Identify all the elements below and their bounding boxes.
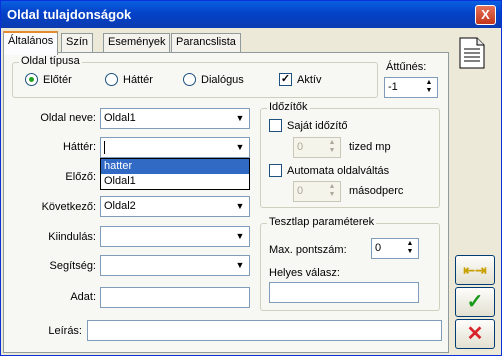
radio-foreground-label: Előtér: [43, 73, 72, 86]
checkmark-icon: ✓: [466, 291, 484, 313]
data-input[interactable]: [100, 287, 250, 308]
max-score-spin-buttons[interactable]: ▲ ▼: [403, 240, 417, 257]
auto-switch-check[interactable]: Automata oldalváltás: [269, 164, 389, 177]
test-params-title: Tesztlap paraméterek: [267, 216, 377, 228]
page-type-title: Oldal típusa: [19, 55, 82, 67]
help-combo[interactable]: ▼: [100, 255, 250, 276]
data-label: Adat:: [70, 291, 96, 303]
max-score-label: Max. pontszám:: [269, 244, 347, 256]
next-value: Oldal2: [104, 200, 136, 212]
chevron-down-icon[interactable]: ▼: [232, 198, 248, 215]
own-timer-label: Saját időzítő: [287, 119, 348, 132]
start-label: Kiindulás:: [48, 231, 96, 243]
auto-switch-spin-buttons[interactable]: ▲ ▼: [325, 183, 339, 200]
document-icon: [459, 37, 485, 69]
spin-down-icon[interactable]: ▼: [422, 87, 436, 95]
spin-up-icon[interactable]: ▲: [325, 139, 339, 147]
spin-up-icon[interactable]: ▲: [403, 240, 417, 248]
background-label: Háttér:: [62, 141, 96, 153]
fade-value: -1: [388, 81, 398, 93]
own-timer-spinner[interactable]: 0 ▲ ▼: [293, 137, 341, 158]
chevron-down-icon[interactable]: ▼: [232, 110, 248, 127]
own-timer-spin-buttons[interactable]: ▲ ▼: [325, 139, 339, 156]
auto-switch-unit: másodperc: [349, 185, 404, 197]
text-caret: [104, 141, 105, 154]
dropdown-option-oldal1[interactable]: Oldal1: [101, 174, 249, 189]
properties-window: Oldal tulajdonságok X Általános Szín Ese…: [0, 0, 502, 356]
max-score-spinner[interactable]: 0 ▲ ▼: [371, 238, 419, 259]
radio-foreground-circle[interactable]: [25, 73, 38, 86]
previous-label: Előző:: [65, 171, 96, 183]
correct-answer-label: Helyes válasz:: [269, 267, 340, 279]
timer-group: Időzítők Saját időzítő 0 ▲ ▼ tized mp Au…: [260, 101, 440, 208]
radio-background-label: Háttér: [123, 73, 153, 86]
tab-color[interactable]: Szín: [61, 33, 94, 53]
active-checkbox-wrap[interactable]: ✓ Aktív: [279, 73, 321, 86]
background-combo[interactable]: ▼: [100, 137, 250, 158]
fade-label: Áttűnés:: [386, 61, 427, 73]
description-input[interactable]: [87, 320, 442, 341]
spin-down-icon[interactable]: ▼: [325, 147, 339, 155]
start-combo[interactable]: ▼: [100, 226, 250, 247]
cancel-button[interactable]: ✕: [455, 319, 495, 349]
background-dropdown-list[interactable]: hatter Oldal1: [100, 158, 250, 190]
own-timer-check[interactable]: Saját időzítő: [269, 119, 348, 132]
active-label: Aktív: [297, 73, 322, 86]
spin-up-icon[interactable]: ▲: [422, 79, 436, 87]
correct-answer-input[interactable]: [269, 282, 419, 303]
chevron-down-icon[interactable]: ▼: [232, 257, 248, 274]
spin-down-icon[interactable]: ▼: [403, 248, 417, 256]
page-name-combo[interactable]: Oldal1 ▼: [100, 108, 250, 129]
next-label: Következő:: [41, 201, 96, 213]
help-label: Segítség:: [49, 260, 96, 272]
tab-command-list[interactable]: Parancslista: [171, 33, 241, 53]
auto-switch-spinner[interactable]: 0 ▲ ▼: [293, 181, 341, 202]
split-arrows-icon: ⇤⇥: [463, 262, 487, 278]
spin-up-icon[interactable]: ▲: [325, 183, 339, 191]
auto-switch-checkbox[interactable]: [269, 164, 282, 177]
title-bar: Oldal tulajdonságok X: [1, 1, 501, 28]
auto-switch-value: 0: [297, 185, 304, 197]
page-type-group: Oldal típusa Előtér Háttér Dialógus ✓ Ak…: [12, 55, 378, 98]
auto-switch-label: Automata oldalváltás: [287, 164, 390, 177]
next-combo[interactable]: Oldal2 ▼: [100, 196, 250, 217]
max-score-value: 0: [375, 242, 382, 254]
timer-title: Időzítők: [267, 101, 310, 113]
spin-down-icon[interactable]: ▼: [325, 191, 339, 199]
window-title: Oldal tulajdonságok: [7, 7, 132, 22]
tab-panel-general: Oldal típusa Előtér Háttér Dialógus ✓ Ak…: [3, 52, 449, 353]
radio-background-circle[interactable]: [105, 73, 118, 86]
split-button[interactable]: ⇤⇥: [455, 255, 495, 285]
chevron-down-icon[interactable]: ▼: [232, 228, 248, 245]
page-name-label: Oldal neve:: [40, 112, 96, 124]
description-label: Leírás:: [48, 325, 82, 337]
radio-foreground[interactable]: Előtér: [25, 73, 72, 86]
radio-background[interactable]: Háttér: [105, 73, 153, 86]
test-params-group: Tesztlap paraméterek Max. pontszám: 0 ▲ …: [260, 216, 440, 311]
cancel-x-icon: ✕: [466, 323, 484, 345]
own-timer-checkbox[interactable]: [269, 119, 282, 132]
page-name-value: Oldal1: [104, 112, 136, 124]
own-timer-unit: tized mp: [349, 141, 391, 153]
close-button[interactable]: X: [475, 5, 496, 25]
tab-general[interactable]: Általános: [3, 31, 59, 55]
ok-button[interactable]: ✓: [455, 287, 495, 317]
dropdown-option-hatter[interactable]: hatter: [101, 159, 249, 174]
own-timer-value: 0: [297, 141, 304, 153]
tab-events[interactable]: Események: [103, 33, 171, 53]
fade-spinner[interactable]: -1 ▲ ▼: [384, 77, 438, 98]
chevron-down-icon[interactable]: ▼: [232, 139, 248, 156]
radio-dialog[interactable]: Dialógus: [183, 73, 244, 86]
fade-spin-buttons[interactable]: ▲ ▼: [422, 79, 436, 96]
radio-dialog-label: Dialógus: [201, 73, 244, 86]
radio-dialog-circle[interactable]: [183, 73, 196, 86]
active-checkbox[interactable]: ✓: [279, 73, 292, 86]
